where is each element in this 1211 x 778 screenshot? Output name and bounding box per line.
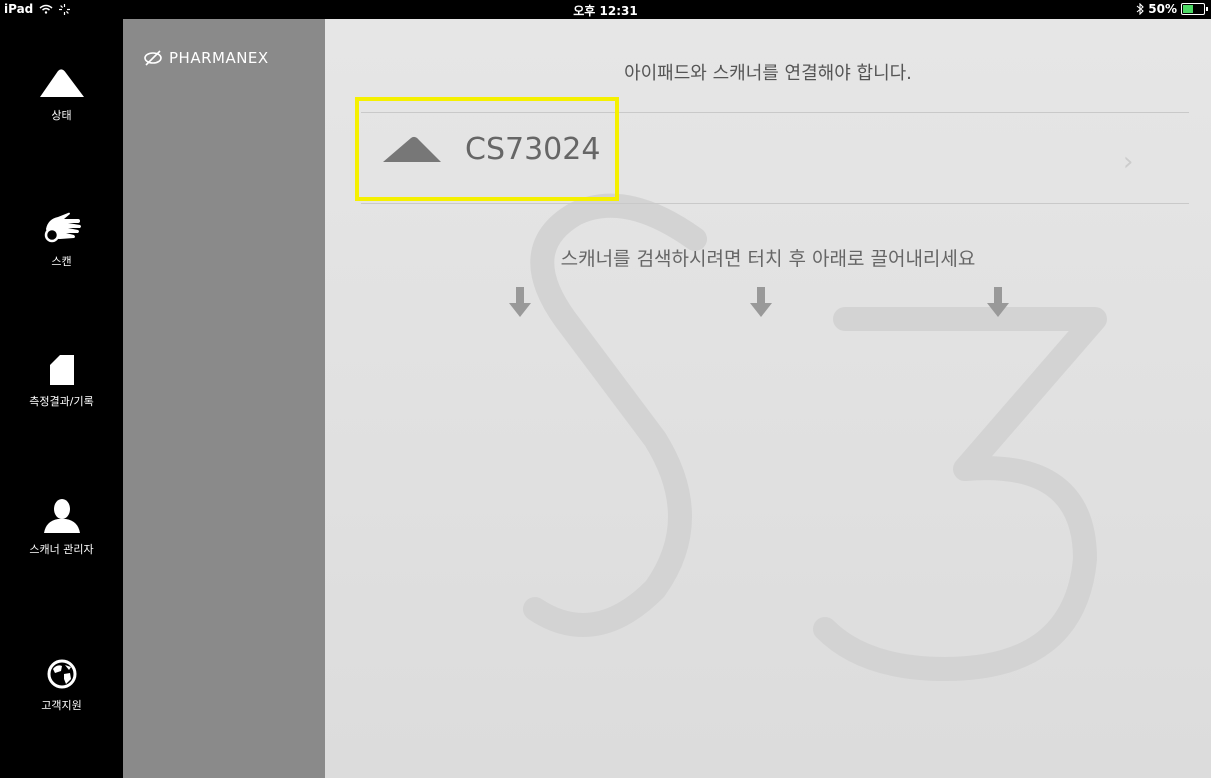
scanner-icon <box>383 136 441 162</box>
user-icon <box>43 499 80 533</box>
nav-item-scanner-admin[interactable]: 스캐너 관리자 <box>0 499 123 557</box>
divider-bottom <box>361 203 1189 204</box>
side-panel: PHARMANEX <box>123 19 325 778</box>
nav-label-scanner-admin: 스캐너 관리자 <box>29 543 94 556</box>
pharmanex-logo-icon <box>144 50 162 66</box>
brand-name: PHARMANEX <box>169 49 269 67</box>
bluetooth-icon <box>1136 3 1145 15</box>
brand-logo: PHARMANEX <box>143 49 269 67</box>
document-icon <box>49 355 74 385</box>
pull-to-search-hint: 스캐너를 검색하시려면 터치 후 아래로 끌어내리세요 <box>560 248 976 270</box>
nav-label-results: 측정결과/기록 <box>29 395 94 408</box>
chevron-right-icon[interactable]: › <box>1123 147 1133 177</box>
hand-icon <box>44 212 81 243</box>
nav-item-results[interactable]: 측정결과/기록 <box>0 355 123 409</box>
battery-icon <box>1181 3 1208 15</box>
scanner-name: CS73024 <box>465 131 601 167</box>
nav-item-support[interactable]: 고객지원 <box>0 659 123 713</box>
clock: 오후 12:31 <box>573 4 638 18</box>
tab-sidebar: 상태 스캔 측정결과/기록 스캐너 관리자 고객지원 <box>0 19 123 778</box>
status-bar: iPad 오후 12:31 50% <box>0 0 1211 19</box>
nav-label-status: 상태 <box>51 109 72 122</box>
arrow-down-icon <box>750 287 772 317</box>
globe-icon <box>47 659 76 689</box>
arrow-down-icon <box>987 287 1009 317</box>
status-right: 50% <box>1136 2 1208 16</box>
battery-percent: 50% <box>1148 2 1177 16</box>
scanner-list-item[interactable]: CS73024 <box>355 97 619 201</box>
arrow-down-icon <box>509 287 531 317</box>
connect-message: 아이패드와 스캐너를 연결해야 합니다. <box>624 63 912 84</box>
nav-label-scan: 스캔 <box>51 255 72 268</box>
nav-item-scan[interactable]: 스캔 <box>0 211 123 269</box>
main-content: 아이패드와 스캐너를 연결해야 합니다. CS73024 › 스캐너를 검색하시… <box>325 19 1211 778</box>
battery-fill <box>1183 5 1193 13</box>
nav-label-support: 고객지원 <box>41 699 82 712</box>
nav-item-status[interactable]: 상태 <box>0 67 123 123</box>
scanner-icon <box>39 69 84 97</box>
